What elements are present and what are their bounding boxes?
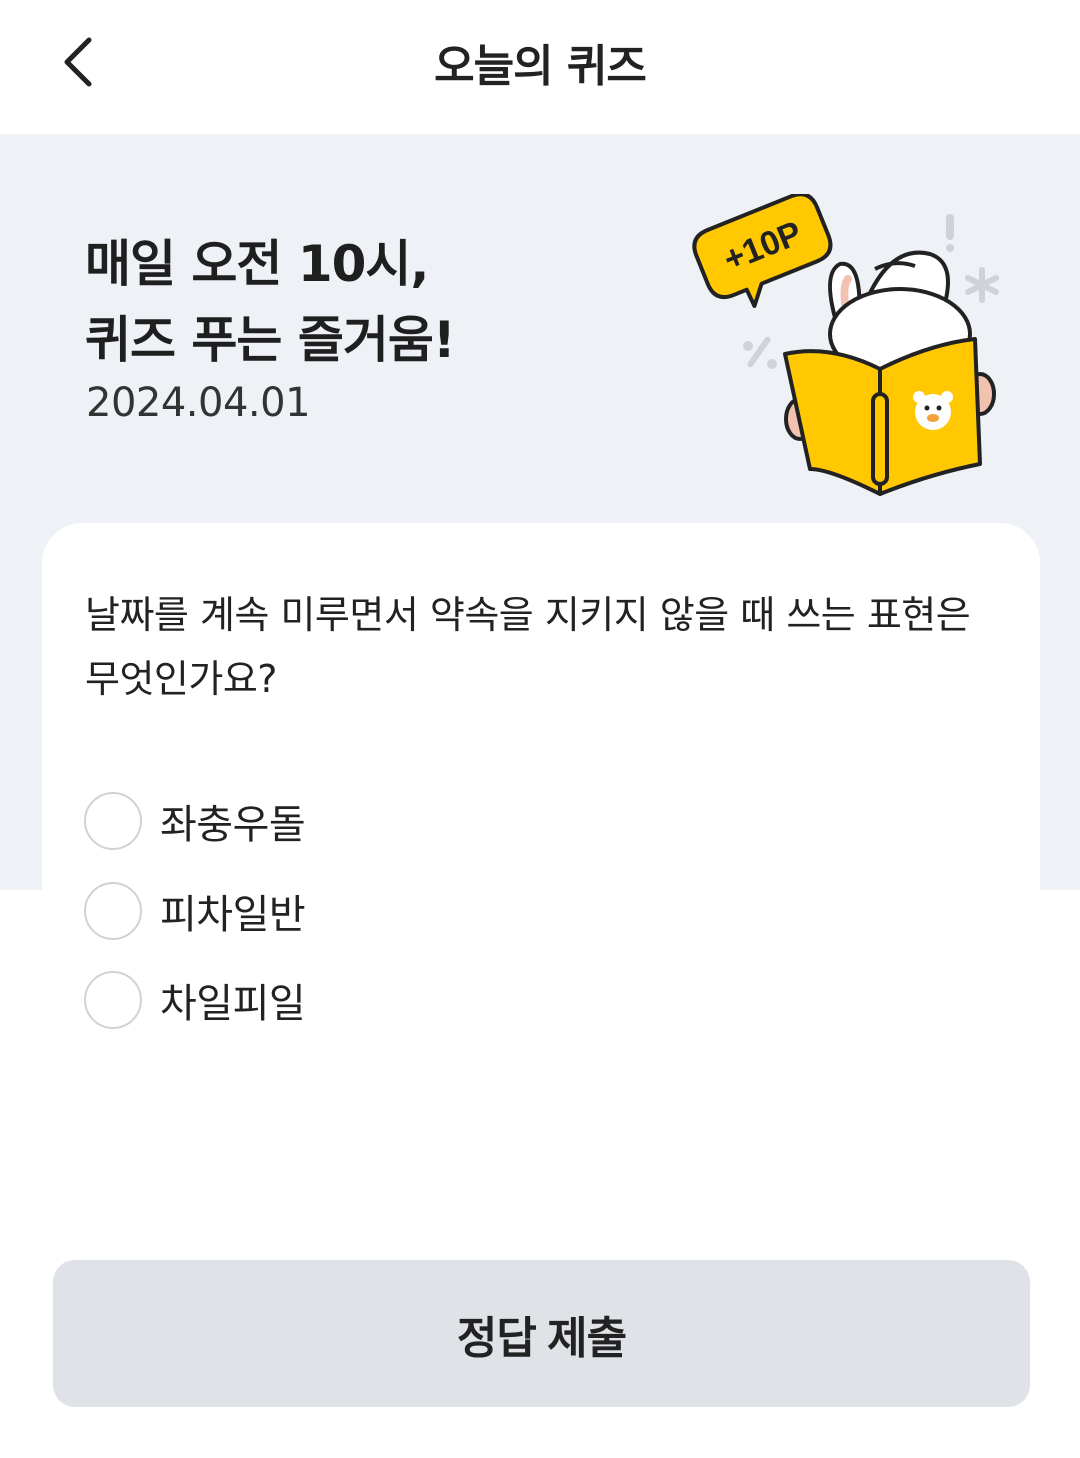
option-label: 피차일반 [160, 892, 306, 938]
option-3[interactable]: 차일피일 [84, 968, 306, 1032]
quiz-question: 날짜를 계속 미루면서 약속을 지키지 않을 때 쓰는 표현은 무엇인가요? [85, 593, 971, 701]
radio-button[interactable] [84, 882, 142, 940]
radio-button[interactable] [84, 792, 142, 850]
hero-headline-line2: 퀴즈 푸는 즐거움! [85, 311, 456, 369]
submit-answer-label: 정답 제출 [456, 1313, 627, 1363]
submit-answer-button[interactable]: 정답 제출 [53, 1260, 1030, 1407]
app-header: 오늘의 퀴즈 [0, 0, 1080, 134]
points-badge: +10P [692, 194, 833, 308]
quiz-date: 2024.04.01 [86, 380, 311, 426]
option-label: 좌충우돌 [160, 802, 306, 848]
option-label: 차일피일 [160, 981, 306, 1027]
option-1[interactable]: 좌충우돌 [84, 789, 306, 853]
rabbit-reading-book-illustration: +10P [692, 194, 999, 496]
page-title: 오늘의 퀴즈 [434, 41, 647, 92]
hero-headline-line1: 매일 오전 10시, [85, 235, 429, 293]
option-2[interactable]: 피차일반 [84, 879, 306, 943]
radio-button[interactable] [84, 971, 142, 1029]
